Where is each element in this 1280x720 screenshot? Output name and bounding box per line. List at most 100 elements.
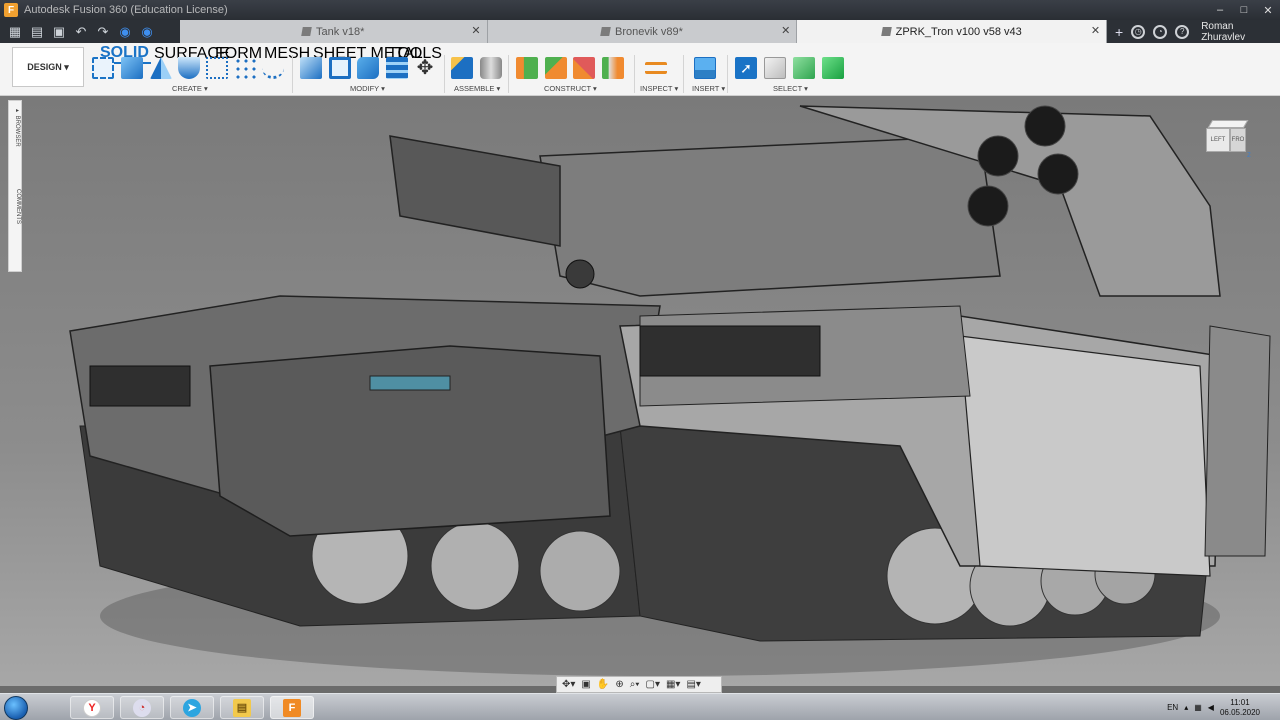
select-body-icon[interactable] bbox=[793, 57, 815, 79]
close-tab-icon[interactable]: ✕ bbox=[471, 24, 480, 37]
viewcube-top-face[interactable] bbox=[1207, 120, 1249, 128]
toolbar-separator bbox=[727, 55, 728, 93]
tab-bronevik[interactable]: Bronevik v89* ✕ bbox=[487, 20, 798, 43]
taskbar-telegram[interactable]: ➤ bbox=[170, 696, 214, 719]
viewcube-left-face[interactable]: LEFT bbox=[1206, 128, 1230, 152]
new-component-icon[interactable] bbox=[451, 57, 473, 79]
telegram-icon: ➤ bbox=[183, 698, 201, 717]
sweep-icon[interactable] bbox=[178, 57, 200, 79]
viewports-icon[interactable]: ▤▾ bbox=[686, 679, 700, 690]
mirror-icon[interactable] bbox=[262, 57, 284, 79]
offset-plane-icon[interactable] bbox=[516, 57, 538, 79]
assemble-group-label[interactable]: ASSEMBLE ▾ bbox=[454, 84, 500, 93]
browser-toggle-label[interactable]: ▸ BROWSER bbox=[11, 107, 21, 147]
design-cube-icon bbox=[301, 27, 312, 36]
create-sketch-icon[interactable] bbox=[92, 57, 114, 79]
job-status-circle-icon[interactable]: ◔ bbox=[1153, 24, 1168, 39]
yandex-icon: Y bbox=[83, 698, 101, 717]
clock-time: 11:01 bbox=[1230, 697, 1250, 707]
close-tab-icon[interactable]: ✕ bbox=[1091, 24, 1100, 37]
maximize-button[interactable]: □ bbox=[1232, 0, 1256, 20]
move-copy-icon[interactable]: ✥ bbox=[414, 57, 436, 79]
minimize-button[interactable]: – bbox=[1208, 0, 1232, 20]
file-menu-icon[interactable]: ▤ bbox=[28, 23, 46, 41]
viewcube-front-face[interactable]: FRO bbox=[1230, 128, 1246, 152]
windows-taskbar: Y ◔ ➤ ▤ F EN ▴ ▦ ◀ 11:01 06.05.2020 bbox=[0, 693, 1280, 720]
display-settings-icon[interactable]: ▢▾ bbox=[646, 679, 660, 690]
construct-group-label[interactable]: CONSTRUCT ▾ bbox=[544, 84, 597, 93]
toolbar-separator bbox=[634, 55, 635, 93]
joint-icon[interactable] bbox=[480, 57, 502, 79]
job-status-icon[interactable]: ◉ bbox=[116, 23, 134, 41]
sync-status-icon[interactable]: ◉ bbox=[138, 23, 156, 41]
loft-icon[interactable] bbox=[206, 57, 228, 79]
tab-label: ZPRK_Tron v100 v58 v43 bbox=[895, 25, 1022, 38]
volume-icon[interactable]: ◀ bbox=[1208, 703, 1214, 712]
viewcube[interactable]: LEFT FRO Z bbox=[1206, 116, 1254, 160]
modify-group-label[interactable]: MODIFY ▾ bbox=[350, 84, 385, 93]
data-panel-grid-icon[interactable]: ▦ bbox=[6, 23, 24, 41]
tray-arrow-icon[interactable]: ▴ bbox=[1184, 703, 1188, 712]
select-component-icon[interactable] bbox=[822, 57, 844, 79]
ribbon-toolbar: DESIGN ▾ SOLID SURFACE FORM MESH SHEET M… bbox=[0, 43, 1280, 96]
help-icon[interactable]: ? bbox=[1175, 24, 1190, 39]
window-title: Autodesk Fusion 360 (Education License) bbox=[24, 4, 228, 16]
tab-label: Tank v18* bbox=[316, 25, 365, 38]
document-tabs-row: ▦ ▤ ▣ ↶ ↷ ◉ ◉ Tank v18* ✕ Bronevik v89* … bbox=[0, 20, 1280, 43]
extrude-icon[interactable] bbox=[121, 57, 143, 79]
tab-tank[interactable]: Tank v18* ✕ bbox=[179, 20, 488, 43]
network-icon[interactable]: ▦ bbox=[1194, 703, 1202, 712]
user-name[interactable]: Roman Zhuravlev bbox=[1201, 21, 1280, 43]
insert-image-icon[interactable] bbox=[694, 57, 716, 79]
language-indicator[interactable]: EN bbox=[1167, 703, 1178, 712]
fit-window-icon[interactable]: ⌕▾ bbox=[630, 679, 640, 690]
orbit-icon[interactable]: ✥▾ bbox=[562, 679, 575, 690]
pattern-icon[interactable] bbox=[234, 57, 256, 79]
tab-zprk-tron[interactable]: ZPRK_Tron v100 v58 v43 ✕ bbox=[797, 20, 1108, 43]
toolbar-separator bbox=[508, 55, 509, 93]
insert-group-label[interactable]: INSERT ▾ bbox=[692, 84, 725, 93]
taskbar-fusion[interactable]: F bbox=[270, 696, 314, 719]
system-tray: EN ▴ ▦ ◀ 11:01 06.05.2020 bbox=[1167, 694, 1280, 720]
shell-icon[interactable] bbox=[386, 57, 408, 79]
header-right-controls: + ◷ ◔ ? Roman Zhuravlev bbox=[1107, 20, 1280, 43]
3d-viewport[interactable]: ▸ BROWSER COMMENTS LEFT FRO Z bbox=[0, 96, 1280, 686]
notifications-icon[interactable]: ◷ bbox=[1131, 24, 1146, 39]
browser-side-panel[interactable]: ▸ BROWSER COMMENTS bbox=[8, 100, 22, 272]
undo-icon[interactable]: ↶ bbox=[72, 23, 90, 41]
comments-toggle-label[interactable]: COMMENTS bbox=[11, 189, 21, 224]
zoom-icon[interactable]: ⊕ bbox=[615, 679, 623, 690]
fusion-app-icon: F bbox=[4, 3, 18, 17]
save-icon[interactable]: ▣ bbox=[50, 23, 68, 41]
toolbar-separator bbox=[292, 55, 293, 93]
midplane-icon[interactable] bbox=[573, 57, 595, 79]
start-button-icon[interactable] bbox=[4, 696, 28, 720]
axis-through-icon[interactable] bbox=[602, 57, 624, 79]
toolbar-separator bbox=[444, 55, 445, 93]
plane-at-angle-icon[interactable] bbox=[545, 57, 567, 79]
close-tab-icon[interactable]: ✕ bbox=[781, 24, 790, 37]
grid-settings-icon[interactable]: ▦▾ bbox=[666, 679, 680, 690]
clock[interactable]: 11:01 06.05.2020 bbox=[1220, 698, 1260, 718]
workspace-switcher-button[interactable]: DESIGN ▾ bbox=[12, 47, 84, 87]
design-cube-icon bbox=[600, 27, 611, 36]
look-at-icon[interactable]: ▣ bbox=[581, 679, 590, 690]
select-group-label[interactable]: SELECT ▾ bbox=[773, 84, 808, 93]
fillet-icon[interactable] bbox=[329, 57, 351, 79]
press-pull-icon[interactable] bbox=[300, 57, 322, 79]
select-arrow-icon[interactable]: ➚ bbox=[735, 57, 757, 79]
inspect-group-label[interactable]: INSPECT ▾ bbox=[640, 84, 678, 93]
toolbar-separator bbox=[683, 55, 684, 93]
create-group-label[interactable]: CREATE ▾ bbox=[172, 84, 208, 93]
box-select-icon[interactable] bbox=[764, 57, 786, 79]
pan-icon[interactable]: ✋ bbox=[597, 679, 609, 690]
redo-icon[interactable]: ↷ bbox=[94, 23, 112, 41]
new-tab-icon[interactable]: + bbox=[1115, 24, 1123, 40]
close-window-button[interactable]: ✕ bbox=[1256, 0, 1280, 20]
taskbar-paint[interactable]: ◔ bbox=[120, 696, 164, 719]
chamfer-icon[interactable] bbox=[357, 57, 379, 79]
taskbar-yandex-browser[interactable]: Y bbox=[70, 696, 114, 719]
taskbar-explorer[interactable]: ▤ bbox=[220, 696, 264, 719]
viewcube-axis-z: Z bbox=[1247, 153, 1251, 159]
measure-icon[interactable] bbox=[645, 62, 667, 74]
